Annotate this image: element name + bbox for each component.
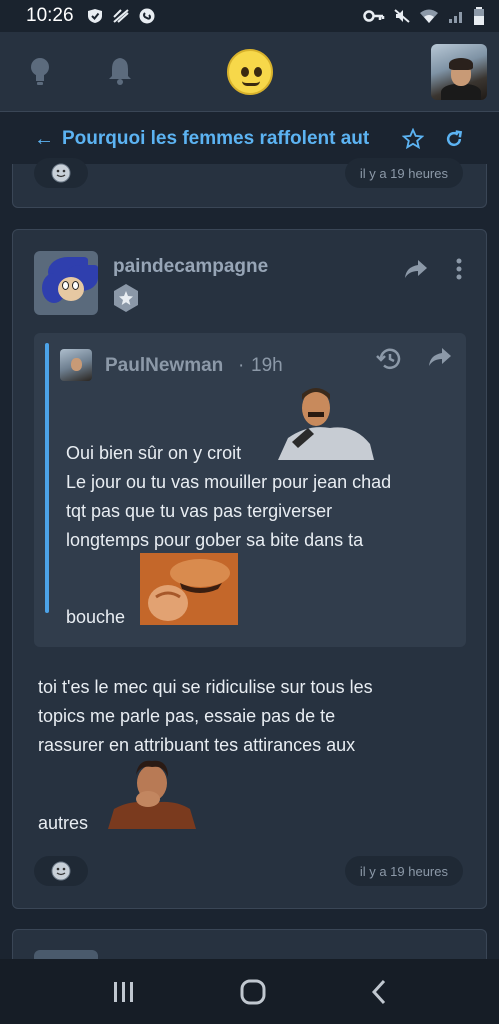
quote-author[interactable]: PaulNewman: [105, 355, 223, 377]
author-username[interactable]: paindecampagne: [113, 256, 268, 278]
share-icon[interactable]: [428, 347, 452, 367]
quote-text-line: Oui bien sûr on y croit: [66, 443, 242, 463]
facepalm-laugh-sticker: [108, 757, 196, 829]
quote-text-line: longtemps pour gober sa bite dans ta: [66, 530, 364, 550]
post-text-line: rassurer en attribuant tes attirances au…: [38, 735, 356, 755]
topic-title[interactable]: Pourquoi les femmes raffolent aut: [62, 128, 390, 150]
more-vertical-icon[interactable]: [456, 258, 462, 280]
shield-icon: [87, 9, 102, 23]
avatar-face: [58, 277, 84, 301]
arrow-left-icon[interactable]: ←: [34, 128, 62, 151]
smiley-face-icon: [51, 163, 71, 183]
status-left-icons: [86, 8, 156, 24]
avatar-eye: [62, 281, 69, 290]
avatar-hair: [449, 58, 473, 70]
refresh-icon[interactable]: [444, 129, 464, 149]
user-avatar[interactable]: [431, 44, 487, 100]
reaction-button[interactable]: [34, 856, 88, 886]
signal-icon: [449, 12, 462, 23]
post-text-line: topics me parle pas, essaie pas de te: [38, 706, 336, 726]
title-actions: [402, 128, 464, 150]
post-actions: [404, 258, 462, 280]
status-time: 10:26: [26, 5, 74, 26]
back-chevron-icon[interactable]: [371, 979, 387, 1005]
shazam-icon: [139, 8, 155, 24]
mute-icon: [394, 9, 410, 23]
logo-mouth: [242, 81, 260, 86]
reaction-button[interactable]: [34, 158, 88, 188]
quote-actions: [376, 347, 452, 371]
quote-avatar-head: [71, 358, 82, 371]
home-icon[interactable]: [240, 979, 266, 1005]
status-right-icons: [363, 7, 485, 25]
key-icon: [363, 10, 385, 22]
wifi-icon: [420, 9, 438, 23]
previous-post-card: il y a 19 heures: [12, 158, 487, 208]
avatar-body: [441, 84, 481, 100]
star-outline-icon[interactable]: [402, 128, 424, 150]
share-icon[interactable]: [404, 259, 428, 279]
post-time: il y a 19 heures: [344, 856, 463, 886]
system-nav-bar: [0, 959, 499, 1024]
avatar-eye: [72, 281, 79, 290]
post-time: il y a 19 heures: [344, 158, 463, 188]
quote-text-line: bouche: [66, 607, 126, 627]
quote-bar: [45, 343, 49, 613]
logo-eye-left: [241, 67, 249, 77]
author-avatar[interactable]: [34, 251, 98, 315]
quoted-message: PaulNewman · 19h Oui bien sûr on y croit…: [34, 333, 466, 647]
quote-text-line: tqt pas que tu vas pas tergiverser: [66, 501, 333, 521]
app-bar: [0, 32, 499, 112]
post-card: paindecampagne PaulNewman · 19h Oui bien…: [12, 229, 487, 909]
no-data-icon: [112, 9, 129, 23]
smiley-logo[interactable]: [227, 49, 273, 95]
history-icon[interactable]: [376, 347, 402, 371]
smiley-face-icon: [51, 861, 71, 881]
quote-separator: ·: [238, 355, 245, 376]
lightbulb-icon[interactable]: [28, 56, 52, 86]
laughing-man-sticker: [278, 384, 374, 460]
post-text-line: autres: [38, 813, 89, 833]
status-bar: 10:26: [0, 0, 499, 32]
battery-icon: [474, 7, 484, 25]
quote-text-line: Le jour ou tu vas mouiller pour jean cha…: [66, 472, 392, 492]
post-text-line: toi t'es le mec qui se ridiculise sur to…: [38, 677, 373, 697]
logo-eye-right: [254, 67, 262, 77]
quote-time: 19h: [251, 355, 283, 376]
laughing-face-sticker: [140, 553, 238, 625]
rank-badge-icon: [114, 284, 138, 312]
quote-author-avatar[interactable]: [60, 349, 92, 381]
recent-apps-icon[interactable]: [112, 981, 136, 1003]
bell-icon[interactable]: [107, 56, 133, 86]
